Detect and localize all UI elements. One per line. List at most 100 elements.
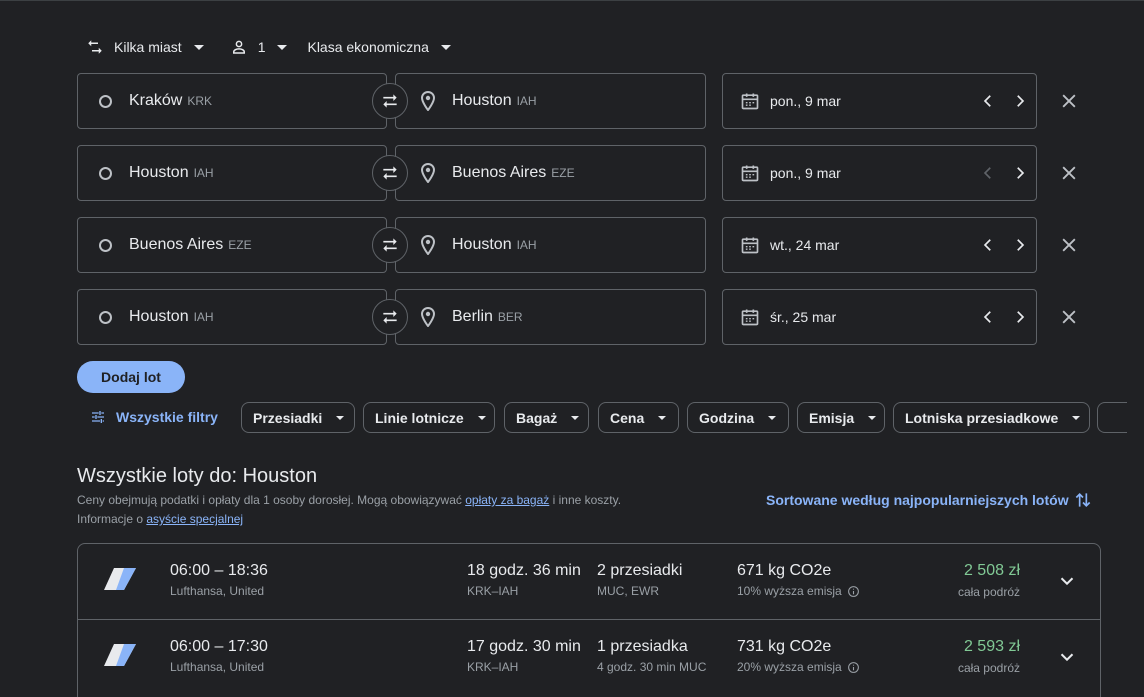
remove-leg-close-icon[interactable] [1059,307,1079,327]
info-icon[interactable] [847,585,860,598]
expand-chevron-icon[interactable] [1056,646,1078,668]
cabin-class-select[interactable]: Klasa ekonomiczna [307,39,451,55]
all-filters-button[interactable]: Wszystkie filtry [90,404,218,430]
filter-chip[interactable]: Linie lotnicze [363,402,495,433]
destination-field[interactable]: Berlin BER [395,289,706,345]
swap-arrows-icon [383,94,397,108]
filter-chip[interactable]: Lotniska przesiadkowe [893,402,1090,433]
note-text: Informacje o [77,512,147,526]
filter-chip-label: Przesiadki [253,409,323,426]
date-field[interactable]: wt., 24 mar [722,217,1037,273]
multi-city-arrows-icon [88,40,102,54]
next-date-chevron-icon[interactable] [1011,92,1029,110]
origin-circle-icon [99,166,112,180]
flight-results-list: 06:00 – 18:36 Lufthansa, United 18 godz.… [77,543,1101,697]
destination-code: EZE [551,166,575,180]
filter-chip-label: Lotniska przesiadkowe [905,409,1059,426]
next-date-chevron-icon[interactable] [1011,164,1029,182]
flight-leg-row: Buenos Aires EZE Houston IAH wt., 24 mar [77,217,1101,273]
location-pin-icon [421,163,435,183]
remove-leg-close-icon[interactable] [1059,235,1079,255]
previous-date-chevron-icon[interactable] [979,236,997,254]
add-flight-button[interactable]: Dodaj lot [77,361,185,393]
swap-arrows-icon [383,166,397,180]
origin-field[interactable]: Buenos Aires EZE [77,217,387,273]
filter-chip[interactable]: Emisja [797,402,885,433]
swap-arrows-icon [383,310,397,324]
calendar-icon [741,165,759,182]
flight-leg-row: Kraków KRK Houston IAH pon., 9 mar [77,73,1101,129]
origin-circle-icon [99,310,112,324]
flight-duration: 17 godz. 30 min [467,638,581,655]
flight-route: KRK–IAH [467,660,519,674]
flight-times: 06:00 – 18:36 [170,562,268,579]
filter-chip-label: Bagaż [516,409,558,426]
filter-chip-label: Linie lotnicze [375,409,464,426]
location-pin-icon [421,91,435,111]
flight-price: 2 508 zł [963,562,1020,579]
more-filter-chip-partial[interactable] [1097,402,1127,433]
note-text: Ceny obejmują podatki i opłaty dla 1 oso… [77,493,466,507]
destination-code: BER [497,310,523,324]
origin-field[interactable]: Kraków KRK [77,73,387,129]
destination-city: Houston [452,92,512,109]
stops-detail: 4 godz. 30 min MUC [597,660,707,674]
next-date-chevron-icon[interactable] [1011,308,1029,326]
origin-circle-icon [99,238,112,252]
filter-chip-label: Cena [610,409,645,426]
origin-field[interactable]: Houston IAH [77,289,387,345]
filter-chip[interactable]: Cena [598,402,679,433]
filter-chip[interactable]: Przesiadki [241,402,355,433]
sliders-icon [92,411,104,423]
swap-button[interactable] [372,83,408,119]
origin-field[interactable]: Houston IAH [77,145,387,201]
stops-count: 1 przesiadka [597,638,688,655]
passengers-select[interactable]: 1 [230,38,288,56]
destination-code: IAH [516,94,537,108]
filter-chip-label: Godzina [699,409,755,426]
calendar-icon [741,237,759,254]
remove-leg-close-icon[interactable] [1059,91,1079,111]
airline-names: Lufthansa, United [170,660,265,674]
trip-type-select[interactable]: Kilka miast [86,38,204,56]
swap-button[interactable] [372,299,408,335]
previous-date-chevron-icon[interactable] [979,164,997,182]
search-options-bar: Kilka miast 1 Klasa ekonomiczna [86,36,451,58]
date-field[interactable]: pon., 9 mar [722,73,1037,129]
expand-chevron-icon[interactable] [1056,570,1078,592]
results-note: Ceny obejmują podatki i opłaty dla 1 oso… [77,491,697,529]
origin-city: Houston [129,308,189,325]
swap-button[interactable] [372,155,408,191]
flight-result-row[interactable]: 06:00 – 18:36 Lufthansa, United 18 godz.… [78,544,1100,619]
destination-code: IAH [516,238,537,252]
sort-button[interactable]: Sortowane według najpopularniejszych lot… [766,490,1093,510]
flight-route: KRK–IAH [467,584,519,598]
baggage-fees-link[interactable]: opłaty za bagaż [465,493,549,507]
airline-logo-icon [104,568,136,590]
next-date-chevron-icon[interactable] [1011,236,1029,254]
filter-chip[interactable]: Bagaż [504,402,589,433]
flight-leg-row: Houston IAH Berlin BER śr., 25 mar [77,289,1101,345]
filter-chip[interactable]: Godzina [687,402,789,433]
destination-field[interactable]: Buenos Aires EZE [395,145,706,201]
previous-date-chevron-icon[interactable] [979,308,997,326]
origin-code: IAH [193,166,214,180]
emission-text: 10% wyższa emisja [737,584,842,598]
destination-city: Buenos Aires [452,164,547,181]
special-assistance-link[interactable]: asyście specjalnej [146,512,243,526]
previous-date-chevron-icon[interactable] [979,92,997,110]
info-icon[interactable] [847,661,860,674]
origin-code: EZE [228,238,252,252]
origin-city: Houston [129,164,189,181]
emission-comparison: 10% wyższa emisja [737,584,860,598]
date-field[interactable]: pon., 9 mar [722,145,1037,201]
remove-leg-close-icon[interactable] [1059,163,1079,183]
destination-field[interactable]: Houston IAH [395,217,706,273]
swap-button[interactable] [372,227,408,263]
date-field[interactable]: śr., 25 mar [722,289,1037,345]
price-note: cała podróż [957,585,1020,599]
destination-field[interactable]: Houston IAH [395,73,706,129]
location-pin-icon [421,235,435,255]
chevron-down-icon [868,415,877,420]
flight-result-row[interactable]: 06:00 – 17:30 Lufthansa, United 17 godz.… [78,619,1100,694]
